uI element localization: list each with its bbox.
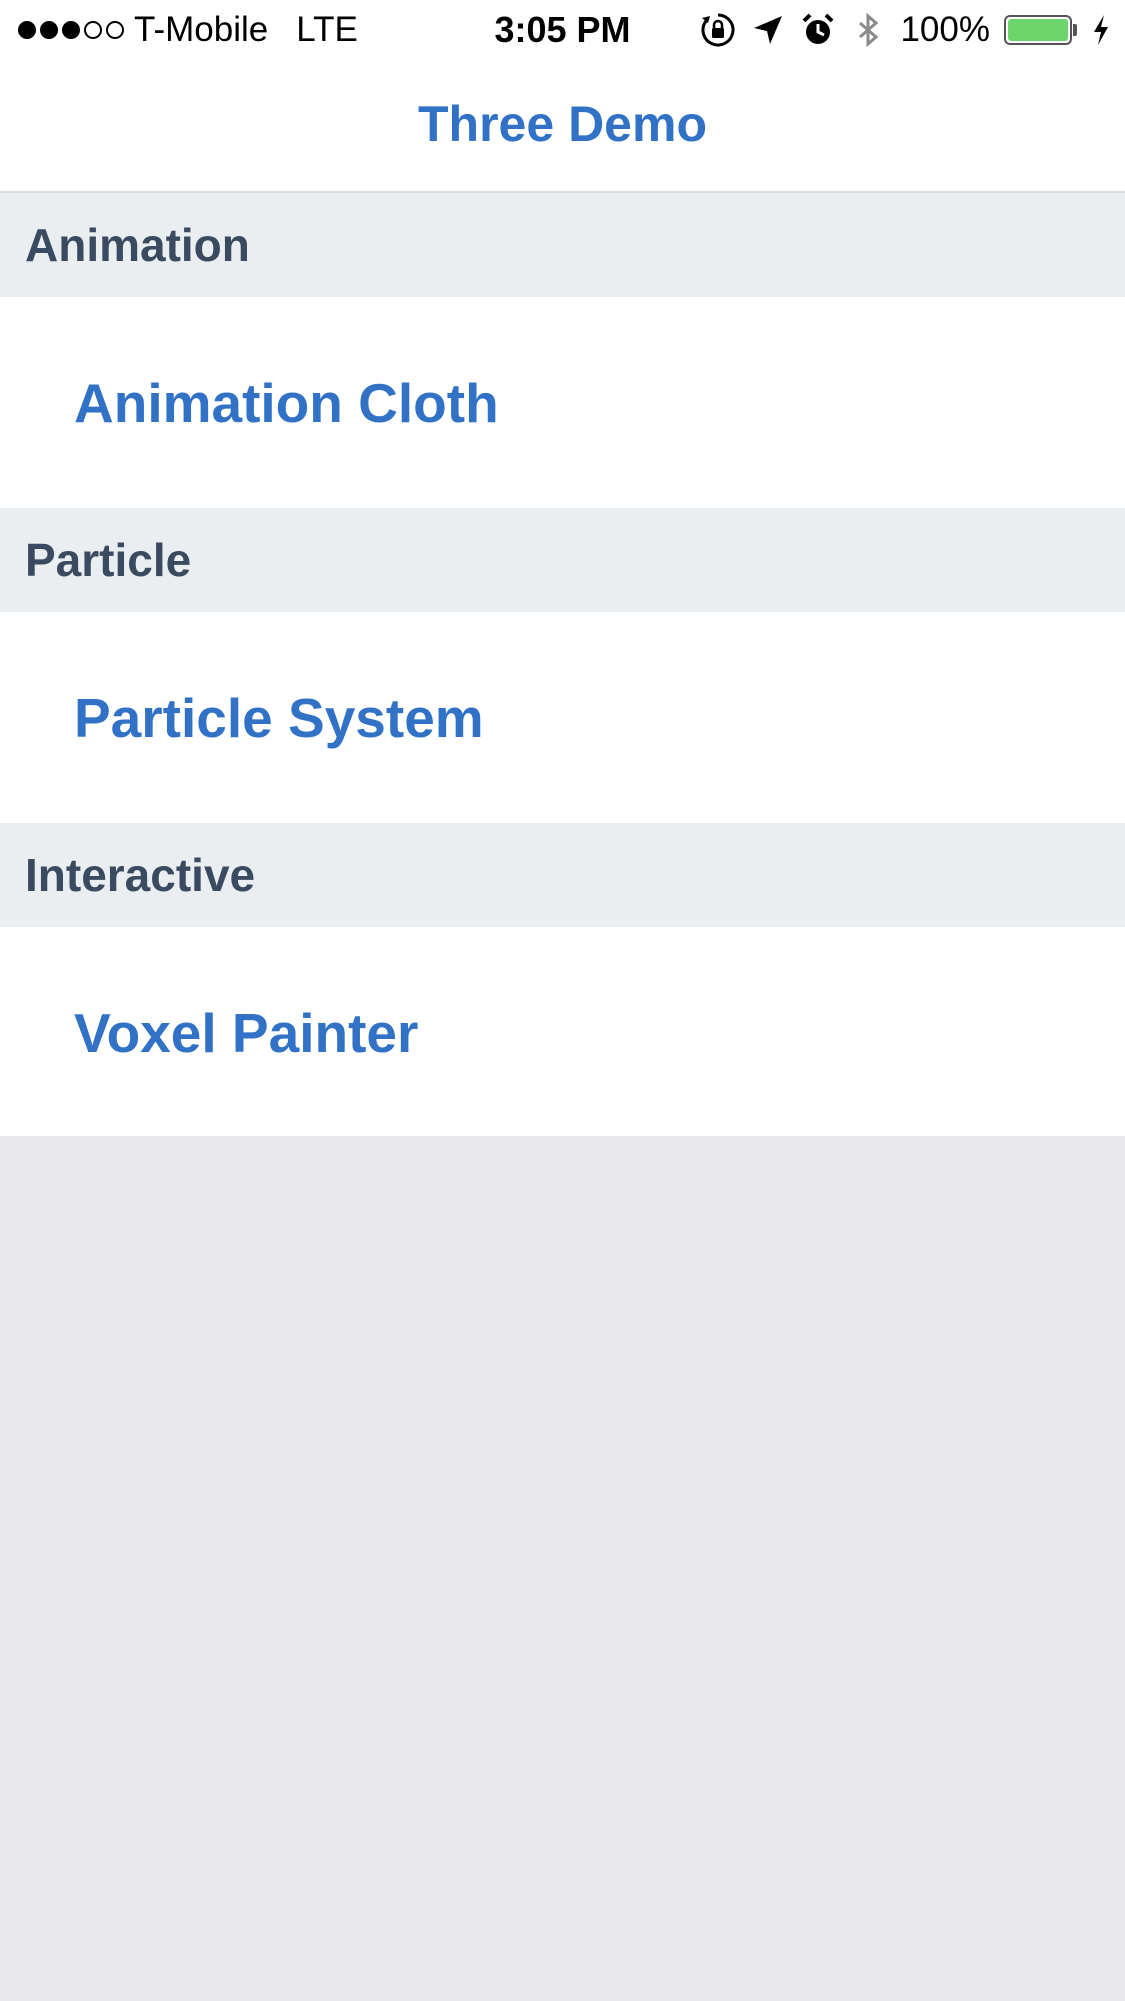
- signal-dot: [84, 21, 102, 39]
- section-header-interactive: Interactive: [0, 823, 1125, 927]
- list-item-particle-system[interactable]: Particle System: [0, 612, 1125, 823]
- signal-strength-icon: [18, 21, 124, 39]
- list-item-voxel-painter[interactable]: Voxel Painter: [0, 927, 1125, 1138]
- orientation-lock-icon: [700, 12, 736, 48]
- battery-fill: [1008, 19, 1068, 41]
- section-header-animation: Animation: [0, 193, 1125, 297]
- signal-dot: [62, 21, 80, 39]
- signal-dot: [18, 21, 36, 39]
- navigation-bar: Three Demo: [0, 60, 1125, 193]
- status-right: 100%: [700, 0, 1111, 60]
- battery-percent: 100%: [900, 10, 990, 49]
- location-arrow-icon: [750, 12, 786, 48]
- alarm-icon: [800, 12, 836, 48]
- status-left: T-Mobile LTE: [18, 0, 358, 60]
- network-type: LTE: [296, 10, 358, 49]
- empty-background: [0, 1136, 1125, 2001]
- signal-dot: [106, 21, 124, 39]
- page-title: Three Demo: [418, 95, 707, 152]
- carrier-name: T-Mobile: [134, 10, 269, 49]
- section-header-particle: Particle: [0, 508, 1125, 612]
- bluetooth-icon: [850, 12, 886, 48]
- charging-bolt-icon: [1091, 12, 1111, 48]
- status-bar: T-Mobile LTE 3:05 PM 100%: [0, 0, 1125, 60]
- battery-tip: [1073, 24, 1077, 36]
- battery-body: [1004, 15, 1072, 45]
- screen: T-Mobile LTE 3:05 PM 100% Three Demo Ani…: [0, 0, 1125, 2001]
- list-item-animation-cloth[interactable]: Animation Cloth: [0, 297, 1125, 508]
- signal-dot: [40, 21, 58, 39]
- battery-icon: [1004, 15, 1077, 45]
- demo-list: Animation Animation Cloth Particle Parti…: [0, 193, 1125, 1138]
